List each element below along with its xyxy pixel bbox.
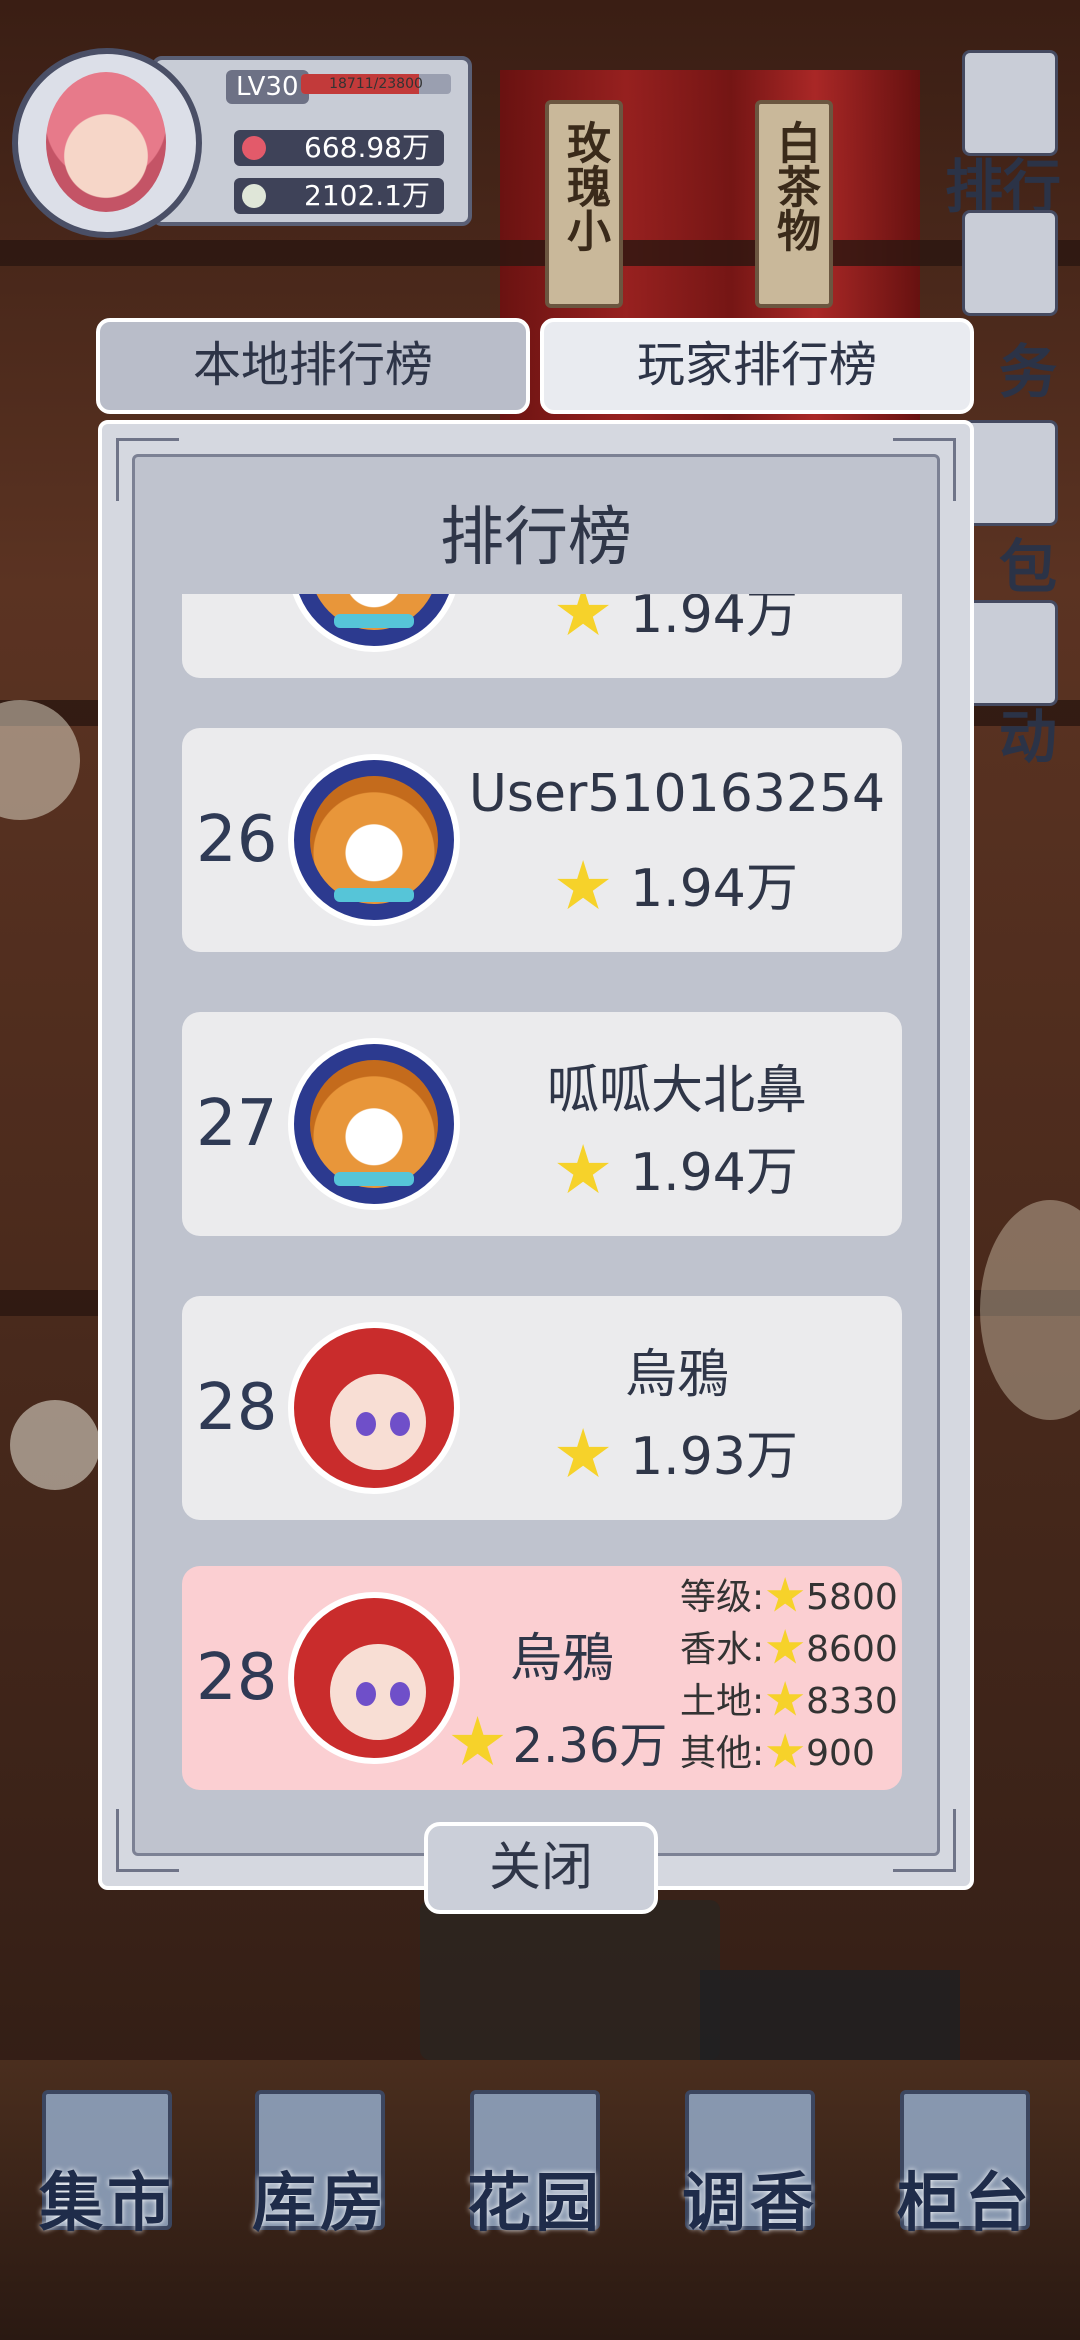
table-decoration bbox=[700, 1970, 960, 2070]
bag-icon bbox=[962, 420, 1058, 526]
star-icon bbox=[766, 1577, 804, 1612]
list-item: 26 User510163254 1.94万 bbox=[182, 728, 902, 952]
shelf-beam bbox=[0, 240, 1080, 266]
rank-number: 28 bbox=[196, 1641, 278, 1715]
nav-garden[interactable]: 花园 bbox=[460, 2090, 610, 2250]
nav-garden-label: 花园 bbox=[467, 2166, 603, 2241]
score: 1.94万 bbox=[462, 846, 892, 921]
hanging-tag: 白茶物 bbox=[755, 100, 833, 308]
leaderboard-panel: 排行榜 1.94万 26 User510163254 1.94万 27 呱呱大北… bbox=[98, 420, 974, 1890]
frame-corner bbox=[893, 1809, 956, 1872]
star-icon bbox=[557, 1144, 610, 1194]
nav-warehouse[interactable]: 库房 bbox=[245, 2090, 395, 2250]
nav-counter[interactable]: 柜台 bbox=[890, 2090, 1040, 2250]
player-name: 烏鴉 bbox=[624, 1345, 729, 1405]
tab-player-ranking[interactable]: 玩家排行榜 bbox=[540, 318, 974, 414]
score: 1.94万 bbox=[462, 594, 892, 647]
avatar bbox=[288, 1322, 460, 1494]
nav-market[interactable]: 集市 bbox=[32, 2090, 182, 2250]
breakdown-level: 等级: 5800 bbox=[680, 1577, 898, 1618]
ranking-list[interactable]: 1.94万 26 User510163254 1.94万 27 呱呱大北鼻 1.… bbox=[182, 594, 902, 1694]
side-menu-ranking[interactable]: 排行 bbox=[945, 50, 1068, 221]
currency-primary: 668.98万 bbox=[234, 130, 444, 166]
avatar bbox=[288, 594, 460, 652]
player-avatar[interactable] bbox=[12, 48, 202, 238]
avatar bbox=[288, 1592, 460, 1764]
leaf-icon bbox=[242, 184, 266, 208]
nav-market-label: 集市 bbox=[39, 2166, 175, 2241]
score: 1.94万 bbox=[462, 1130, 892, 1205]
star-icon bbox=[766, 1681, 804, 1716]
player-name: User510163254 bbox=[468, 764, 886, 824]
breakdown-other: 其他: 900 bbox=[680, 1733, 875, 1774]
star-icon bbox=[557, 860, 610, 910]
player-profile[interactable]: LV30 18711/23800 668.98万 2102.1万 bbox=[12, 48, 472, 238]
flower-decoration bbox=[10, 1400, 100, 1490]
player-name: 呱呱大北鼻 bbox=[546, 1061, 807, 1121]
side-menu-bag[interactable]: 包 bbox=[958, 420, 1068, 601]
nav-counter-label: 柜台 bbox=[897, 2166, 1033, 2241]
exp-bar: 18711/23800 bbox=[301, 74, 451, 94]
currency-primary-value: 668.98万 bbox=[304, 131, 430, 164]
star-icon bbox=[766, 1733, 804, 1768]
avatar bbox=[288, 754, 460, 926]
my-rank-row: 28 烏鴉 2.36万 等级: 5800 香水: 8600 土地: 8330 其他: 9… bbox=[182, 1566, 902, 1790]
inkstone-decoration bbox=[420, 1900, 720, 2060]
nav-warehouse-label: 库房 bbox=[252, 2166, 388, 2241]
avatar-portrait bbox=[46, 72, 166, 212]
panel-title: 排行榜 bbox=[440, 501, 632, 575]
scroll-icon bbox=[962, 210, 1058, 316]
score-breakdown: 等级: 5800 香水: 8600 土地: 8330 其他: 900 bbox=[680, 1572, 900, 1780]
side-menu-bag-label: 包 bbox=[998, 533, 1057, 601]
rank-number: 28 bbox=[196, 1371, 278, 1445]
rank-number: 26 bbox=[196, 803, 278, 877]
exp-text: 18711/23800 bbox=[329, 76, 423, 92]
breakdown-perfume: 香水: 8600 bbox=[680, 1629, 898, 1670]
side-menu-tasks-label: 务 bbox=[998, 338, 1057, 406]
side-menu-events[interactable]: 动 bbox=[958, 600, 1068, 771]
currency-secondary-value: 2102.1万 bbox=[304, 179, 430, 212]
player-name: 烏鴉 bbox=[509, 1629, 614, 1689]
star-icon bbox=[451, 1716, 504, 1766]
side-menu-events-label: 动 bbox=[998, 703, 1057, 771]
level-label: LV30 bbox=[226, 70, 309, 104]
nav-perfume[interactable]: 调香 bbox=[675, 2090, 825, 2250]
avatar bbox=[288, 1038, 460, 1210]
frame-corner bbox=[116, 1809, 179, 1872]
score: 2.36万 bbox=[444, 1706, 674, 1776]
nav-perfume-label: 调香 bbox=[682, 2166, 818, 2241]
star-icon bbox=[557, 594, 610, 636]
rank-number: 27 bbox=[196, 1087, 278, 1161]
score: 1.93万 bbox=[462, 1414, 892, 1489]
tab-local-ranking[interactable]: 本地排行榜 bbox=[96, 318, 530, 414]
breakdown-land: 土地: 8330 bbox=[680, 1681, 898, 1722]
star-icon bbox=[557, 1428, 610, 1478]
close-button[interactable]: 关闭 bbox=[424, 1822, 658, 1914]
vase-decoration bbox=[980, 1200, 1080, 1420]
side-menu-tasks[interactable]: 务 bbox=[958, 210, 1068, 406]
list-item: 28 烏鴉 1.93万 bbox=[182, 1296, 902, 1520]
list-item: 1.94万 bbox=[182, 594, 902, 678]
currency-secondary: 2102.1万 bbox=[234, 178, 444, 214]
bottom-nav: 集市 库房 花园 调香 柜台 bbox=[0, 2090, 1080, 2260]
list-item: 27 呱呱大北鼻 1.94万 bbox=[182, 1012, 902, 1236]
hanging-tag: 玫瑰小 bbox=[545, 100, 623, 308]
star-icon bbox=[766, 1629, 804, 1664]
heart-icon bbox=[242, 136, 266, 160]
